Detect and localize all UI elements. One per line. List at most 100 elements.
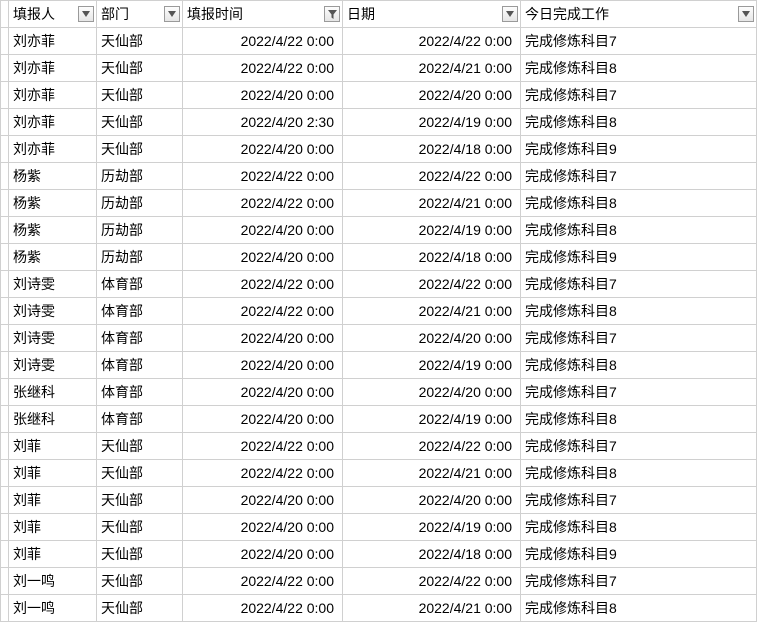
cell-date[interactable]: 2022/4/22 0:00 — [343, 433, 521, 460]
cell-dept[interactable]: 天仙部 — [97, 28, 183, 55]
cell-work[interactable]: 完成修炼科目8 — [521, 352, 757, 379]
cell-date[interactable]: 2022/4/21 0:00 — [343, 595, 521, 622]
cell-date[interactable]: 2022/4/22 0:00 — [343, 568, 521, 595]
cell-name[interactable]: 刘菲 — [9, 460, 97, 487]
cell-date[interactable]: 2022/4/22 0:00 — [343, 163, 521, 190]
filter-button-work[interactable] — [738, 6, 754, 22]
row-stub[interactable] — [1, 325, 9, 352]
cell-time[interactable]: 2022/4/22 0:00 — [183, 433, 343, 460]
cell-dept[interactable]: 体育部 — [97, 379, 183, 406]
cell-time[interactable]: 2022/4/20 0:00 — [183, 244, 343, 271]
row-stub[interactable] — [1, 136, 9, 163]
cell-time[interactable]: 2022/4/20 0:00 — [183, 136, 343, 163]
cell-work[interactable]: 完成修炼科目8 — [521, 460, 757, 487]
cell-dept[interactable]: 天仙部 — [97, 514, 183, 541]
cell-name[interactable]: 刘一鸣 — [9, 595, 97, 622]
row-stub[interactable] — [1, 406, 9, 433]
cell-name[interactable]: 刘亦菲 — [9, 55, 97, 82]
cell-dept[interactable]: 天仙部 — [97, 541, 183, 568]
cell-date[interactable]: 2022/4/21 0:00 — [343, 298, 521, 325]
row-stub[interactable] — [1, 433, 9, 460]
cell-time[interactable]: 2022/4/20 0:00 — [183, 352, 343, 379]
cell-dept[interactable]: 天仙部 — [97, 109, 183, 136]
cell-name[interactable]: 张继科 — [9, 406, 97, 433]
cell-name[interactable]: 杨紫 — [9, 217, 97, 244]
header-work[interactable]: 今日完成工作 — [521, 1, 757, 28]
row-stub[interactable] — [1, 217, 9, 244]
cell-time[interactable]: 2022/4/22 0:00 — [183, 568, 343, 595]
cell-time[interactable]: 2022/4/20 0:00 — [183, 217, 343, 244]
cell-name[interactable]: 刘亦菲 — [9, 28, 97, 55]
cell-name[interactable]: 刘亦菲 — [9, 109, 97, 136]
row-stub[interactable] — [1, 28, 9, 55]
cell-work[interactable]: 完成修炼科目7 — [521, 379, 757, 406]
cell-time[interactable]: 2022/4/22 0:00 — [183, 460, 343, 487]
cell-date[interactable]: 2022/4/19 0:00 — [343, 352, 521, 379]
cell-time[interactable]: 2022/4/20 0:00 — [183, 514, 343, 541]
row-stub[interactable] — [1, 82, 9, 109]
cell-time[interactable]: 2022/4/20 0:00 — [183, 325, 343, 352]
cell-date[interactable]: 2022/4/18 0:00 — [343, 244, 521, 271]
cell-dept[interactable]: 历劫部 — [97, 163, 183, 190]
cell-date[interactable]: 2022/4/21 0:00 — [343, 460, 521, 487]
cell-work[interactable]: 完成修炼科目8 — [521, 190, 757, 217]
cell-date[interactable]: 2022/4/18 0:00 — [343, 136, 521, 163]
cell-work[interactable]: 完成修炼科目8 — [521, 595, 757, 622]
cell-name[interactable]: 刘菲 — [9, 541, 97, 568]
cell-work[interactable]: 完成修炼科目7 — [521, 28, 757, 55]
cell-name[interactable]: 刘菲 — [9, 514, 97, 541]
cell-time[interactable]: 2022/4/20 0:00 — [183, 541, 343, 568]
cell-dept[interactable]: 体育部 — [97, 298, 183, 325]
cell-dept[interactable]: 天仙部 — [97, 82, 183, 109]
cell-dept[interactable]: 天仙部 — [97, 55, 183, 82]
cell-date[interactable]: 2022/4/22 0:00 — [343, 271, 521, 298]
cell-dept[interactable]: 历劫部 — [97, 217, 183, 244]
cell-time[interactable]: 2022/4/22 0:00 — [183, 298, 343, 325]
cell-time[interactable]: 2022/4/22 0:00 — [183, 55, 343, 82]
cell-date[interactable]: 2022/4/20 0:00 — [343, 325, 521, 352]
row-stub[interactable] — [1, 109, 9, 136]
cell-dept[interactable]: 历劫部 — [97, 244, 183, 271]
row-stub[interactable] — [1, 244, 9, 271]
cell-date[interactable]: 2022/4/20 0:00 — [343, 487, 521, 514]
row-stub[interactable] — [1, 190, 9, 217]
row-stub[interactable] — [1, 595, 9, 622]
cell-work[interactable]: 完成修炼科目7 — [521, 487, 757, 514]
cell-work[interactable]: 完成修炼科目8 — [521, 514, 757, 541]
cell-time[interactable]: 2022/4/22 0:00 — [183, 271, 343, 298]
cell-name[interactable]: 刘诗雯 — [9, 352, 97, 379]
cell-time[interactable]: 2022/4/22 0:00 — [183, 190, 343, 217]
cell-work[interactable]: 完成修炼科目8 — [521, 298, 757, 325]
cell-date[interactable]: 2022/4/21 0:00 — [343, 190, 521, 217]
cell-work[interactable]: 完成修炼科目8 — [521, 217, 757, 244]
cell-name[interactable]: 张继科 — [9, 379, 97, 406]
cell-dept[interactable]: 天仙部 — [97, 487, 183, 514]
cell-dept[interactable]: 天仙部 — [97, 568, 183, 595]
cell-name[interactable]: 杨紫 — [9, 190, 97, 217]
cell-name[interactable]: 刘诗雯 — [9, 271, 97, 298]
cell-date[interactable]: 2022/4/19 0:00 — [343, 109, 521, 136]
cell-date[interactable]: 2022/4/21 0:00 — [343, 55, 521, 82]
cell-work[interactable]: 完成修炼科目8 — [521, 406, 757, 433]
cell-dept[interactable]: 天仙部 — [97, 595, 183, 622]
cell-work[interactable]: 完成修炼科目8 — [521, 55, 757, 82]
cell-time[interactable]: 2022/4/22 0:00 — [183, 163, 343, 190]
row-stub[interactable] — [1, 460, 9, 487]
cell-work[interactable]: 完成修炼科目9 — [521, 244, 757, 271]
cell-work[interactable]: 完成修炼科目9 — [521, 136, 757, 163]
cell-work[interactable]: 完成修炼科目8 — [521, 109, 757, 136]
cell-name[interactable]: 杨紫 — [9, 244, 97, 271]
cell-work[interactable]: 完成修炼科目7 — [521, 82, 757, 109]
cell-date[interactable]: 2022/4/20 0:00 — [343, 82, 521, 109]
cell-work[interactable]: 完成修炼科目7 — [521, 163, 757, 190]
cell-dept[interactable]: 体育部 — [97, 406, 183, 433]
header-date[interactable]: 日期 — [343, 1, 521, 28]
row-stub[interactable] — [1, 541, 9, 568]
row-stub[interactable] — [1, 514, 9, 541]
header-dept[interactable]: 部门 — [97, 1, 183, 28]
cell-name[interactable]: 刘诗雯 — [9, 325, 97, 352]
row-stub[interactable] — [1, 352, 9, 379]
row-stub[interactable] — [1, 487, 9, 514]
cell-date[interactable]: 2022/4/19 0:00 — [343, 217, 521, 244]
cell-time[interactable]: 2022/4/22 0:00 — [183, 28, 343, 55]
